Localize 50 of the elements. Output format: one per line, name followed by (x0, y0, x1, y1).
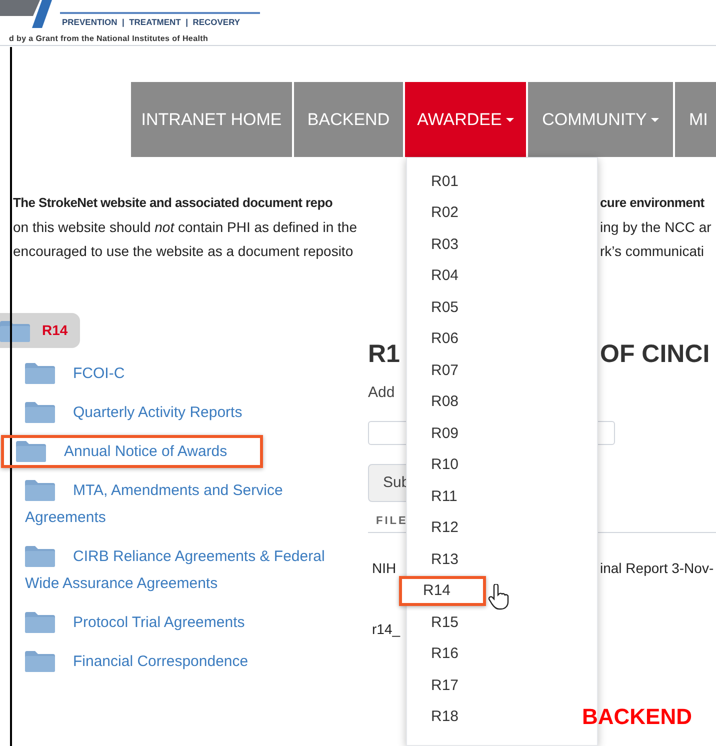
notice-text: The StrokeNet website and associated document repo (13, 194, 332, 212)
dropdown-item[interactable]: R18 (407, 702, 459, 732)
page-heading: R1 (368, 339, 400, 370)
notice-text: cure environment (600, 194, 704, 212)
folder-icon (25, 650, 55, 672)
dropdown-item[interactable]: R03 (407, 230, 459, 260)
folder-link[interactable]: Quarterly Activity Reports (25, 399, 331, 426)
notice-text: encouraged to use the website as a document reposito (13, 242, 354, 261)
annotation-label: BACKEND (582, 703, 692, 731)
dropdown-item[interactable]: R16 (407, 639, 459, 670)
dropdown-item[interactable]: R14 (399, 576, 486, 606)
dropdown-item[interactable]: R09 (407, 418, 459, 449)
folder-link[interactable]: Financial Correspondence (25, 648, 331, 675)
folder-icon (25, 611, 55, 633)
page-heading: OF CINCI (600, 339, 711, 370)
table-cell-text: NIH (372, 558, 396, 578)
table-cell-text: inal Report 3-Nov- (600, 558, 715, 578)
dropdown-item[interactable]: R08 (407, 387, 459, 418)
folder-icon (25, 545, 55, 567)
current-folder-label: R14 (42, 321, 68, 340)
folder-link[interactable]: Protocol Trial Agreements (25, 609, 331, 636)
add-label: Add (368, 382, 395, 403)
column-header: FILE (376, 514, 408, 530)
folder-icon (25, 401, 55, 423)
table-cell-text: r14_ (372, 620, 400, 639)
dropdown-item[interactable]: R02 (407, 198, 459, 228)
dropdown-item[interactable]: R05 (407, 292, 459, 323)
dropdown-item[interactable]: R13 (407, 544, 459, 575)
folder-link[interactable]: MTA, Amendments and Service Agreements (25, 477, 331, 531)
notice-text: rk’s communicati (600, 242, 704, 260)
dropdown-item[interactable]: R04 (407, 261, 459, 292)
folder-icon (16, 440, 46, 462)
logo-tagline: PREVENTION | TREATMENT | RECOVERY (62, 16, 240, 29)
hand-cursor-icon (488, 584, 510, 610)
folder-link[interactable]: CIRB Reliance Agreements & Federal Wide Assurance Agreements (25, 543, 331, 597)
dropdown-item[interactable]: R01 (407, 166, 459, 197)
dropdown-item[interactable]: R12 (407, 513, 459, 544)
folder-link[interactable]: FCOI-C (25, 360, 331, 387)
folder-icon (25, 479, 55, 501)
dropdown-item[interactable]: R07 (407, 356, 459, 386)
dropdown-item[interactable]: R15 (407, 608, 459, 638)
folder-icon (0, 320, 30, 342)
dropdown-item[interactable]: R17 (407, 670, 459, 701)
dropdown-item[interactable]: R06 (407, 324, 459, 354)
nav-tab[interactable]: AWARDEE (405, 82, 526, 157)
folder-icon (25, 362, 55, 384)
logo-mark-icon (0, 0, 52, 30)
notice-text: on this website should not contain PHI as defined in the (13, 218, 358, 236)
notice-text: ing by the NCC ar (600, 218, 712, 237)
grant-line: d by a Grant from the National Institutes of Health (9, 33, 208, 45)
